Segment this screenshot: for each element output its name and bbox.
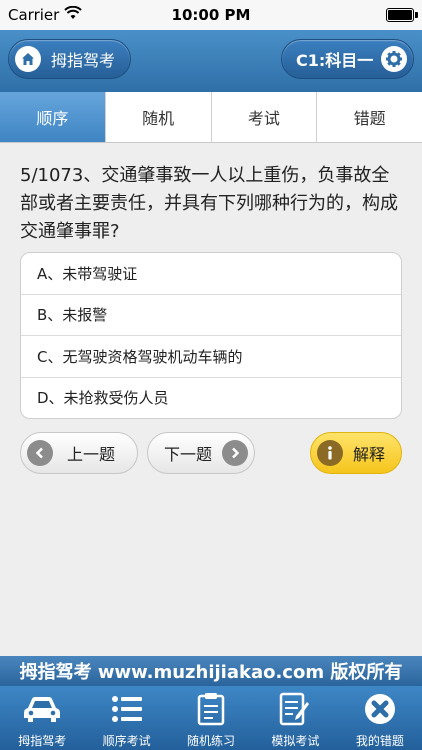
prev-question-button[interactable]: 上一题 <box>20 432 138 474</box>
nav-bar: 拇指驾考 C1:科目一 <box>0 30 422 92</box>
tabbar-item-random[interactable]: 随机练习 <box>169 686 253 750</box>
mode-tabs: 顺序 随机 考试 错题 <box>0 92 422 143</box>
explain-label: 解释 <box>353 445 386 464</box>
tabbar-item-sequential[interactable]: 顺序考试 <box>84 686 168 750</box>
clock: 10:00 PM <box>171 6 251 24</box>
close-icon <box>363 690 397 728</box>
home-button[interactable]: 拇指驾考 <box>8 39 131 79</box>
info-icon <box>317 440 343 466</box>
subject-label: C1:科目一 <box>296 51 374 70</box>
tab-mistakes[interactable]: 错题 <box>317 92 422 142</box>
tabbar-label-home: 拇指驾考 <box>18 734 67 748</box>
subject-settings-button[interactable]: C1:科目一 <box>281 39 414 79</box>
tab-sequential[interactable]: 顺序 <box>0 92 106 142</box>
battery-icon <box>386 8 418 22</box>
explain-button[interactable]: 解释 <box>310 432 402 474</box>
bottom-tab-bar: 拇指驾考 顺序考试 随机练习 模拟考试 我的错题 <box>0 686 422 750</box>
exam-icon <box>279 690 311 728</box>
list-icon <box>111 690 143 728</box>
option-c[interactable]: C、无驾驶资格驾驶机动车辆的 <box>21 336 401 378</box>
answer-options: A、未带驾驶证 B、未报警 C、无驾驶资格驾驶机动车辆的 D、未抢救受伤人员 <box>20 252 402 419</box>
option-b[interactable]: B、未报警 <box>21 295 401 336</box>
prev-label: 上一题 <box>67 445 116 464</box>
status-bar: Carrier 10:00 PM <box>0 0 422 30</box>
tab-random[interactable]: 随机 <box>106 92 212 142</box>
gear-icon <box>381 46 407 72</box>
chevron-right-icon <box>222 440 248 466</box>
tabbar-label-sequential: 顺序考试 <box>102 734 151 748</box>
car-icon <box>22 690 62 728</box>
chevron-left-icon <box>27 440 53 466</box>
tabbar-label-random: 随机练习 <box>187 734 236 748</box>
tabbar-item-mistakes[interactable]: 我的错题 <box>338 686 422 750</box>
home-label: 拇指驾考 <box>51 51 116 70</box>
tabbar-item-home[interactable]: 拇指驾考 <box>0 686 84 750</box>
tabbar-label-mistakes: 我的错题 <box>355 734 404 748</box>
tabbar-item-exam[interactable]: 模拟考试 <box>253 686 337 750</box>
question-text: 5/1073、交通肇事致一人以上重伤，负事故全部或者主要责任，并具有下列哪种行为… <box>20 165 398 242</box>
clipboard-icon <box>197 690 225 728</box>
next-question-button[interactable]: 下一题 <box>147 432 255 474</box>
copyright-banner: 拇指驾考 www.muzhijiakao.com 版权所有 <box>0 656 422 686</box>
option-a[interactable]: A、未带驾驶证 <box>21 253 401 295</box>
tab-exam[interactable]: 考试 <box>212 92 318 142</box>
tabbar-label-exam: 模拟考试 <box>271 734 320 748</box>
home-icon <box>15 46 41 72</box>
next-label: 下一题 <box>164 445 213 464</box>
option-d[interactable]: D、未抢救受伤人员 <box>21 378 401 419</box>
